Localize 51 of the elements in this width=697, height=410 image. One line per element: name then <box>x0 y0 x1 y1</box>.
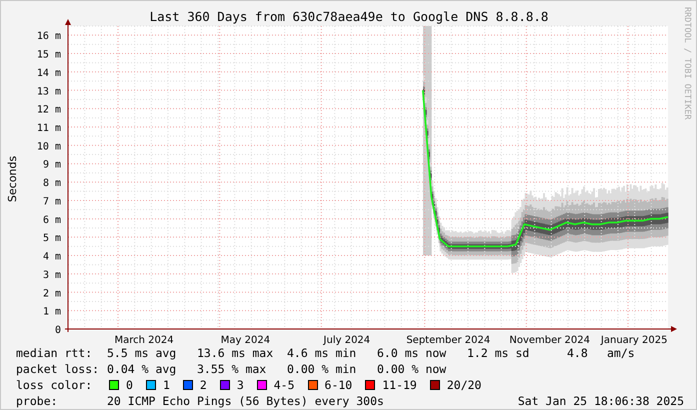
y-tick-label: 1 m <box>42 306 61 318</box>
stat-value: 0.00 % min <box>287 361 358 377</box>
y-tick-label: 6 m <box>42 214 61 226</box>
y-tick-label: 8 m <box>42 178 61 190</box>
y-tick-label: 11 m <box>36 123 61 134</box>
y-tick-label: 2 m <box>42 288 61 300</box>
stat-value: 4.6 ms min <box>287 345 358 361</box>
loss-color-label: 1 <box>162 377 170 393</box>
loss-color-label: 11-19 <box>382 377 417 393</box>
y-tick-label: 14 m <box>36 68 61 79</box>
loss-color-label: 4-5 <box>274 377 295 393</box>
stat-value: 3.55 % max <box>197 361 268 377</box>
x-tick-label: March 2024 <box>114 335 174 345</box>
stat-value: am/s <box>607 345 636 361</box>
probe-text: 20 ICMP Echo Pings (56 Bytes) every 300s <box>107 393 384 409</box>
y-tick-label: 5 m <box>42 233 61 244</box>
loss-color-label: 6-10 <box>324 377 352 393</box>
x-tick-label: November 2024 <box>509 335 590 345</box>
y-tick-label: 7 m <box>42 196 61 208</box>
y-tick-label: 9 m <box>42 160 61 171</box>
stat-label: packet loss: <box>16 361 100 377</box>
y-tick-label: 16 m <box>36 31 61 42</box>
x-tick-label: May 2024 <box>220 335 270 345</box>
loss-color-label: 0 <box>126 377 133 393</box>
y-tick-label: 10 m <box>36 141 61 152</box>
stat-value: 0.00 % now <box>377 361 448 377</box>
x-tick-label: September 2024 <box>406 335 490 345</box>
loss-color-label: 20/20 <box>446 377 482 393</box>
timestamp: Sat Jan 25 18:06:38 2025 <box>518 393 684 409</box>
legend-label: loss color: <box>16 377 94 393</box>
stat-value: 1.2 ms sd <box>467 345 530 361</box>
y-tick-label: 4 m <box>42 252 61 263</box>
stat-label: median rtt: <box>16 345 94 361</box>
y-tick-label: 12 m <box>36 104 61 116</box>
loss-color-label: 2 <box>200 377 207 393</box>
stat-value: 5.5 ms avg <box>107 345 178 361</box>
stat-value: 13.6 ms max <box>197 345 274 361</box>
probe-label: probe: <box>16 393 59 409</box>
y-tick-label: 3 m <box>42 270 61 281</box>
stat-value: 0.04 % avg <box>107 361 178 377</box>
stat-value: 6.0 ms now <box>377 345 448 361</box>
x-tick-label: January 2025 <box>600 335 668 345</box>
stat-value: 4.8 <box>567 345 589 361</box>
y-tick-label: 0 <box>54 325 61 336</box>
chart-title: Last 360 Days from 630c78aea49e to Google DNS 8.8.8.8 <box>150 9 548 24</box>
loss-color-label: 3 <box>236 377 244 393</box>
y-tick-label: 15 m <box>36 50 61 61</box>
y-tick-label: 13 m <box>36 86 61 98</box>
credit-text: RRDTOOL / TOBI OETIKER <box>682 7 692 120</box>
y-axis-label: Seconds <box>6 156 19 202</box>
x-tick-label: July 2024 <box>324 335 370 345</box>
